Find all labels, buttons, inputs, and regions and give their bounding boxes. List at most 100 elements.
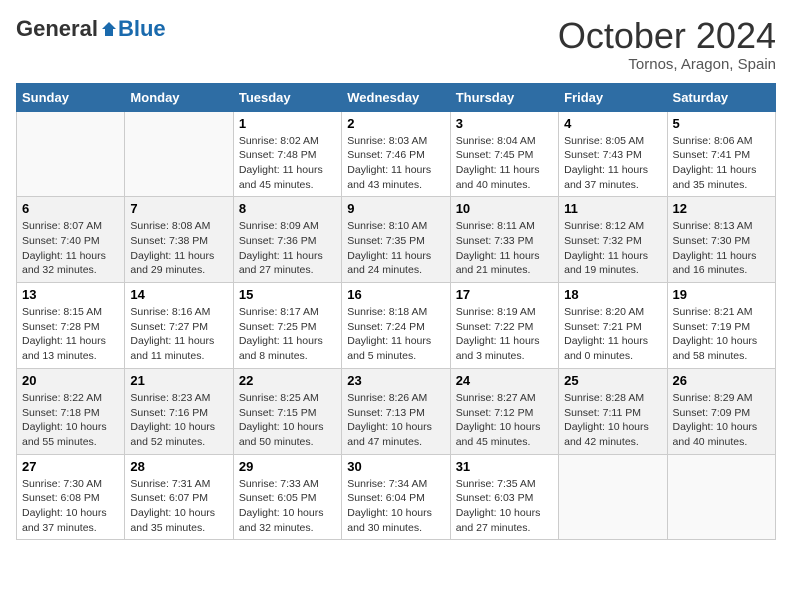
- day-info: Sunrise: 8:20 AM Sunset: 7:21 PM Dayligh…: [564, 305, 661, 364]
- day-info: Sunrise: 8:07 AM Sunset: 7:40 PM Dayligh…: [22, 219, 119, 278]
- calendar-table: SundayMondayTuesdayWednesdayThursdayFrid…: [16, 83, 776, 541]
- day-number: 6: [22, 201, 119, 216]
- logo-icon: [100, 20, 118, 38]
- page-header: General Blue October 2024 Tornos, Aragon…: [16, 16, 776, 73]
- calendar-cell: 1Sunrise: 8:02 AM Sunset: 7:48 PM Daylig…: [233, 111, 341, 197]
- day-info: Sunrise: 8:11 AM Sunset: 7:33 PM Dayligh…: [456, 219, 553, 278]
- day-number: 8: [239, 201, 336, 216]
- calendar-cell: 6 Sunrise: 8:07 AM Sunset: 7:40 PM Daylig…: [17, 197, 125, 283]
- calendar-cell: 29 Sunrise: 7:33 AM Sunset: 6:05 PM Dayli…: [233, 454, 341, 540]
- calendar-cell: 17 Sunrise: 8:19 AM Sunset: 7:22 PM Dayli…: [450, 283, 558, 369]
- day-info: Sunrise: 7:35 AM Sunset: 6:03 PM Dayligh…: [456, 477, 553, 536]
- weekday-header-thursday: Thursday: [450, 83, 558, 111]
- day-info: Sunrise: 8:29 AM Sunset: 7:09 PM Dayligh…: [673, 391, 770, 450]
- day-number: 11: [564, 201, 661, 216]
- day-info: Sunrise: 8:05 AM Sunset: 7:43 PM Dayligh…: [564, 134, 661, 193]
- day-number: 4: [564, 116, 661, 131]
- weekday-header-monday: Monday: [125, 83, 233, 111]
- day-number: 3: [456, 116, 553, 131]
- day-info: Sunrise: 8:12 AM Sunset: 7:32 PM Dayligh…: [564, 219, 661, 278]
- logo: General Blue: [16, 16, 166, 42]
- day-info: Sunrise: 8:03 AM Sunset: 7:46 PM Dayligh…: [347, 134, 444, 193]
- calendar-cell: 4 Sunrise: 8:05 AM Sunset: 7:43 PM Daylig…: [559, 111, 667, 197]
- calendar-week-row: 27 Sunrise: 7:30 AM Sunset: 6:08 PM Dayli…: [17, 454, 776, 540]
- day-info: Sunrise: 8:21 AM Sunset: 7:19 PM Dayligh…: [673, 305, 770, 364]
- day-number: 18: [564, 287, 661, 302]
- day-info: Sunrise: 8:04 AM Sunset: 7:45 PM Dayligh…: [456, 134, 553, 193]
- day-info: Sunrise: 8:18 AM Sunset: 7:24 PM Dayligh…: [347, 305, 444, 364]
- day-number: 21: [130, 373, 227, 388]
- weekday-header-saturday: Saturday: [667, 83, 775, 111]
- day-info: Sunrise: 7:33 AM Sunset: 6:05 PM Dayligh…: [239, 477, 336, 536]
- day-number: 15: [239, 287, 336, 302]
- calendar-cell: [667, 454, 775, 540]
- day-info: Sunrise: 7:30 AM Sunset: 6:08 PM Dayligh…: [22, 477, 119, 536]
- day-number: 17: [456, 287, 553, 302]
- calendar-cell: 23 Sunrise: 8:26 AM Sunset: 7:13 PM Dayli…: [342, 368, 450, 454]
- day-number: 10: [456, 201, 553, 216]
- day-info: Sunrise: 8:13 AM Sunset: 7:30 PM Dayligh…: [673, 219, 770, 278]
- title-block: October 2024 Tornos, Aragon, Spain: [558, 16, 776, 73]
- calendar-cell: 25Sunrise: 8:28 AM Sunset: 7:11 PM Dayli…: [559, 368, 667, 454]
- day-number: 14: [130, 287, 227, 302]
- day-number: 13: [22, 287, 119, 302]
- calendar-cell: 16 Sunrise: 8:18 AM Sunset: 7:24 PM Dayli…: [342, 283, 450, 369]
- day-number: 28: [130, 459, 227, 474]
- day-number: 23: [347, 373, 444, 388]
- day-info: Sunrise: 7:34 AM Sunset: 6:04 PM Dayligh…: [347, 477, 444, 536]
- day-info: Sunrise: 8:27 AM Sunset: 7:12 PM Dayligh…: [456, 391, 553, 450]
- day-number: 19: [673, 287, 770, 302]
- calendar-cell: 9 Sunrise: 8:10 AM Sunset: 7:35 PM Daylig…: [342, 197, 450, 283]
- day-number: 22: [239, 373, 336, 388]
- day-number: 9: [347, 201, 444, 216]
- calendar-cell: 28 Sunrise: 7:31 AM Sunset: 6:07 PM Dayli…: [125, 454, 233, 540]
- weekday-header-wednesday: Wednesday: [342, 83, 450, 111]
- calendar-cell: 11 Sunrise: 8:12 AM Sunset: 7:32 PM Dayli…: [559, 197, 667, 283]
- calendar-week-row: 6 Sunrise: 8:07 AM Sunset: 7:40 PM Daylig…: [17, 197, 776, 283]
- calendar-week-row: 20 Sunrise: 8:22 AM Sunset: 7:18 PM Dayli…: [17, 368, 776, 454]
- day-info: Sunrise: 8:23 AM Sunset: 7:16 PM Dayligh…: [130, 391, 227, 450]
- calendar-cell: 26 Sunrise: 8:29 AM Sunset: 7:09 PM Dayli…: [667, 368, 775, 454]
- day-info: Sunrise: 8:28 AM Sunset: 7:11 PM Dayligh…: [564, 391, 661, 450]
- day-info: Sunrise: 7:31 AM Sunset: 6:07 PM Dayligh…: [130, 477, 227, 536]
- day-number: 27: [22, 459, 119, 474]
- calendar-cell: 19 Sunrise: 8:21 AM Sunset: 7:19 PM Dayli…: [667, 283, 775, 369]
- day-number: 16: [347, 287, 444, 302]
- weekday-header-tuesday: Tuesday: [233, 83, 341, 111]
- day-info: Sunrise: 8:08 AM Sunset: 7:38 PM Dayligh…: [130, 219, 227, 278]
- day-number: 26: [673, 373, 770, 388]
- calendar-cell: 3 Sunrise: 8:04 AM Sunset: 7:45 PM Daylig…: [450, 111, 558, 197]
- logo-general-text: General: [16, 16, 98, 42]
- calendar-cell: 14Sunrise: 8:16 AM Sunset: 7:27 PM Dayli…: [125, 283, 233, 369]
- day-number: 5: [673, 116, 770, 131]
- day-number: 2: [347, 116, 444, 131]
- calendar-cell: 5 Sunrise: 8:06 AM Sunset: 7:41 PM Daylig…: [667, 111, 775, 197]
- calendar-cell: 21 Sunrise: 8:23 AM Sunset: 7:16 PM Dayli…: [125, 368, 233, 454]
- day-info: Sunrise: 8:22 AM Sunset: 7:18 PM Dayligh…: [22, 391, 119, 450]
- calendar-cell: 10 Sunrise: 8:11 AM Sunset: 7:33 PM Dayli…: [450, 197, 558, 283]
- calendar-week-row: 1Sunrise: 8:02 AM Sunset: 7:48 PM Daylig…: [17, 111, 776, 197]
- day-number: 24: [456, 373, 553, 388]
- calendar-cell: 24 Sunrise: 8:27 AM Sunset: 7:12 PM Dayli…: [450, 368, 558, 454]
- month-title: October 2024: [558, 16, 776, 56]
- location: Tornos, Aragon, Spain: [558, 56, 776, 73]
- calendar-cell: [125, 111, 233, 197]
- weekday-header-row: SundayMondayTuesdayWednesdayThursdayFrid…: [17, 83, 776, 111]
- day-info: Sunrise: 8:19 AM Sunset: 7:22 PM Dayligh…: [456, 305, 553, 364]
- calendar-cell: 18 Sunrise: 8:20 AM Sunset: 7:21 PM Dayli…: [559, 283, 667, 369]
- day-number: 7: [130, 201, 227, 216]
- day-info: Sunrise: 8:10 AM Sunset: 7:35 PM Dayligh…: [347, 219, 444, 278]
- logo-blue-text: Blue: [118, 16, 166, 42]
- day-info: Sunrise: 8:09 AM Sunset: 7:36 PM Dayligh…: [239, 219, 336, 278]
- weekday-header-friday: Friday: [559, 83, 667, 111]
- day-info: Sunrise: 8:06 AM Sunset: 7:41 PM Dayligh…: [673, 134, 770, 193]
- calendar-cell: 15Sunrise: 8:17 AM Sunset: 7:25 PM Dayli…: [233, 283, 341, 369]
- day-number: 20: [22, 373, 119, 388]
- day-info: Sunrise: 8:26 AM Sunset: 7:13 PM Dayligh…: [347, 391, 444, 450]
- calendar-cell: [559, 454, 667, 540]
- day-number: 31: [456, 459, 553, 474]
- day-number: 12: [673, 201, 770, 216]
- day-number: 29: [239, 459, 336, 474]
- weekday-header-sunday: Sunday: [17, 83, 125, 111]
- calendar-cell: 20 Sunrise: 8:22 AM Sunset: 7:18 PM Dayli…: [17, 368, 125, 454]
